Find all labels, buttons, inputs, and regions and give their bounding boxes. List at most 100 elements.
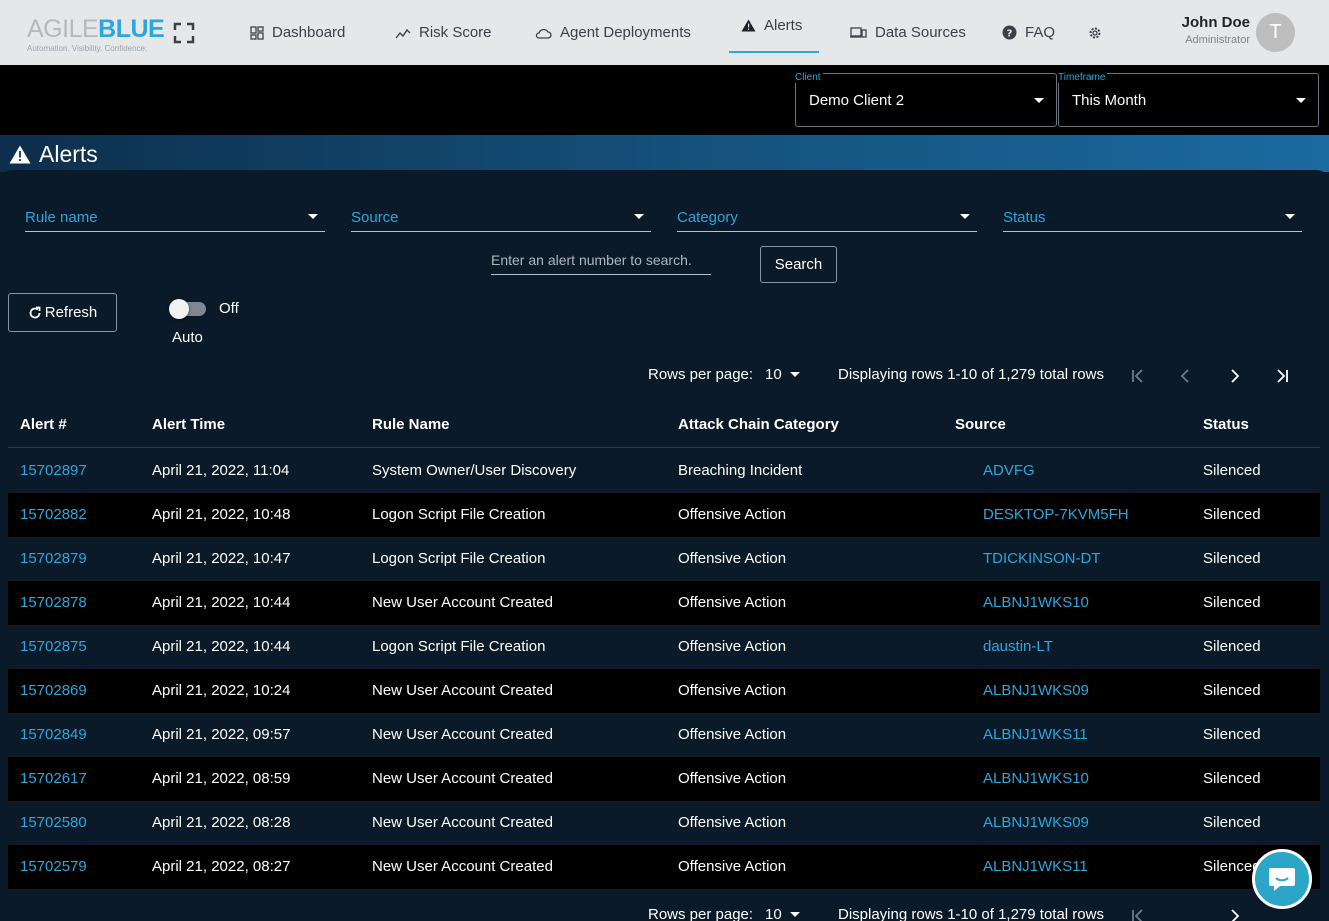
nav-agent-deployments[interactable]: Agent Deployments — [535, 0, 691, 65]
search-button[interactable]: Search — [760, 246, 837, 283]
rule-name: Logon Script File Creation — [372, 638, 546, 655]
rows-per-page-select[interactable]: 10 — [765, 906, 782, 921]
brand-tagline: Automation. Visibility. Confidence. — [27, 44, 148, 53]
source-link[interactable]: ADVFG — [983, 462, 1035, 479]
col-status[interactable]: Status — [1203, 416, 1249, 433]
source-link[interactable]: ALBNJ1WKS10 — [983, 770, 1089, 787]
alert-time: April 21, 2022, 10:48 — [152, 506, 291, 523]
col-rule-name[interactable]: Rule Name — [372, 416, 450, 433]
table-row[interactable]: 15702849 April 21, 2022, 09:57 New User … — [8, 713, 1320, 757]
refresh-button[interactable]: Refresh — [8, 293, 117, 332]
source-link[interactable]: ALBNJ1WKS11 — [983, 858, 1088, 875]
user-info[interactable]: John Doe Administrator — [1170, 14, 1250, 46]
last-page-icon[interactable] — [1272, 366, 1292, 386]
avatar[interactable]: T — [1256, 13, 1295, 52]
attack-chain-category: Offensive Action — [678, 682, 787, 699]
gear-icon — [1089, 27, 1101, 38]
rule-name: New User Account Created — [372, 682, 553, 699]
alert-number-link[interactable]: 15702897 — [20, 462, 87, 479]
alert-number-link[interactable]: 15702878 — [20, 594, 87, 611]
refresh-icon — [29, 306, 41, 318]
col-alert-time[interactable]: Alert Time — [152, 416, 225, 433]
chevron-down-icon[interactable] — [790, 912, 800, 917]
col-alert-number[interactable]: Alert # — [20, 416, 67, 433]
alert-number-link[interactable]: 15702879 — [20, 550, 87, 567]
table-row[interactable]: 15702878 April 21, 2022, 10:44 New User … — [8, 581, 1320, 625]
client-select[interactable]: Client Demo Client 2 — [795, 72, 1057, 127]
source-link[interactable]: daustin-LT — [983, 638, 1053, 655]
rule-name: New User Account Created — [372, 814, 553, 831]
fullscreen-icon[interactable] — [172, 21, 196, 45]
nav-dashboard[interactable]: Dashboard — [250, 0, 345, 65]
first-page-icon[interactable] — [1128, 366, 1148, 386]
table-row[interactable]: 15702875 April 21, 2022, 10:44 Logon Scr… — [8, 625, 1320, 669]
table-row[interactable]: 15702879 April 21, 2022, 10:47 Logon Scr… — [8, 537, 1320, 581]
alert-time: April 21, 2022, 10:44 — [152, 594, 291, 611]
top-nav: AGILEBLUE Automation. Visibility. Confid… — [0, 0, 1329, 65]
category-select[interactable]: Category — [677, 203, 977, 232]
source-link[interactable]: ALBNJ1WKS11 — [983, 726, 1088, 743]
source-link[interactable]: ALBNJ1WKS10 — [983, 594, 1089, 611]
table-row[interactable]: 15702579 April 21, 2022, 08:27 New User … — [8, 845, 1320, 889]
source-link[interactable]: ALBNJ1WKS09 — [983, 814, 1089, 831]
auto-refresh-state: Off — [219, 300, 239, 317]
alert-number-link[interactable]: 15702579 — [20, 858, 87, 875]
agileblue-logo[interactable]: AGILEBLUE Automation. Visibility. Confid… — [27, 15, 165, 55]
source-link[interactable]: TDICKINSON-DT — [983, 550, 1101, 567]
rows-per-page-select[interactable]: 10 — [765, 366, 782, 383]
table-row[interactable]: 15702580 April 21, 2022, 08:28 New User … — [8, 801, 1320, 845]
timeframe-select[interactable]: Timeframe This Month — [1058, 72, 1319, 127]
alert-time: April 21, 2022, 10:44 — [152, 638, 291, 655]
rule-name: System Owner/User Discovery — [372, 462, 577, 479]
dashboard-icon — [250, 25, 264, 40]
table-row[interactable]: 15702617 April 21, 2022, 08:59 New User … — [8, 757, 1320, 801]
user-name: John Doe — [1181, 14, 1250, 31]
next-page-icon[interactable] — [1224, 906, 1244, 921]
chevron-down-icon — [308, 214, 318, 219]
auto-refresh-label: Auto — [172, 329, 203, 346]
rule-name-select[interactable]: Rule name — [25, 203, 325, 232]
col-attack-chain-category[interactable]: Attack Chain Category — [678, 416, 839, 433]
first-page-icon[interactable] — [1128, 906, 1148, 921]
attack-chain-category: Offensive Action — [678, 770, 787, 787]
status: Silenced — [1203, 682, 1261, 699]
alert-number-link[interactable]: 15702849 — [20, 726, 87, 743]
source-link[interactable]: DESKTOP-7KVM5FH — [983, 506, 1129, 523]
nav-data-sources[interactable]: Data Sources — [850, 0, 966, 65]
chevron-down-icon — [960, 214, 970, 219]
nav-faq[interactable]: ? FAQ — [1002, 0, 1055, 65]
alert-number-link[interactable]: 15702617 — [20, 770, 87, 787]
settings-gear[interactable] — [1088, 0, 1110, 65]
previous-page-icon[interactable] — [1176, 366, 1196, 386]
attack-chain-category: Offensive Action — [678, 814, 787, 831]
chat-widget-button[interactable] — [1252, 849, 1312, 909]
user-role: Administrator — [1185, 34, 1250, 46]
source-select[interactable]: Source — [351, 203, 651, 232]
source-link[interactable]: ALBNJ1WKS09 — [983, 682, 1089, 699]
timeframe-value: This Month — [1072, 92, 1147, 109]
alert-number-link[interactable]: 15702875 — [20, 638, 87, 655]
next-page-icon[interactable] — [1224, 366, 1244, 386]
timeframe-label: Timeframe — [1058, 72, 1108, 83]
auto-refresh-toggle-knob[interactable] — [169, 299, 189, 319]
status-select[interactable]: Status — [1003, 203, 1302, 232]
alert-time: April 21, 2022, 11:04 — [152, 462, 290, 479]
alert-number-link[interactable]: 15702869 — [20, 682, 87, 699]
table-row[interactable]: 15702869 April 21, 2022, 10:24 New User … — [8, 669, 1320, 713]
chevron-down-icon — [1285, 214, 1295, 219]
col-source[interactable]: Source — [955, 416, 1006, 433]
alert-number-link[interactable]: 15702882 — [20, 506, 87, 523]
nav-alerts[interactable]: Alerts — [729, 0, 819, 53]
rule-name: Logon Script File Creation — [372, 506, 546, 523]
table-row[interactable]: 15702882 April 21, 2022, 10:48 Logon Scr… — [8, 493, 1320, 537]
rule-name: New User Account Created — [372, 594, 553, 611]
alert-number-input[interactable]: Enter an alert number to search. — [491, 250, 711, 275]
rows-display-text: Displaying rows 1-10 of 1,279 total rows — [838, 366, 1104, 383]
chevron-down-icon — [1296, 98, 1306, 103]
chevron-down-icon[interactable] — [790, 372, 800, 377]
table-row[interactable]: 15702897 April 21, 2022, 11:04 System Ow… — [8, 449, 1320, 493]
alert-number-link[interactable]: 15702580 — [20, 814, 87, 831]
alert-time: April 21, 2022, 09:57 — [152, 726, 291, 743]
nav-risk-score[interactable]: Risk Score — [395, 0, 492, 65]
alert-time: April 21, 2022, 08:59 — [152, 770, 291, 787]
